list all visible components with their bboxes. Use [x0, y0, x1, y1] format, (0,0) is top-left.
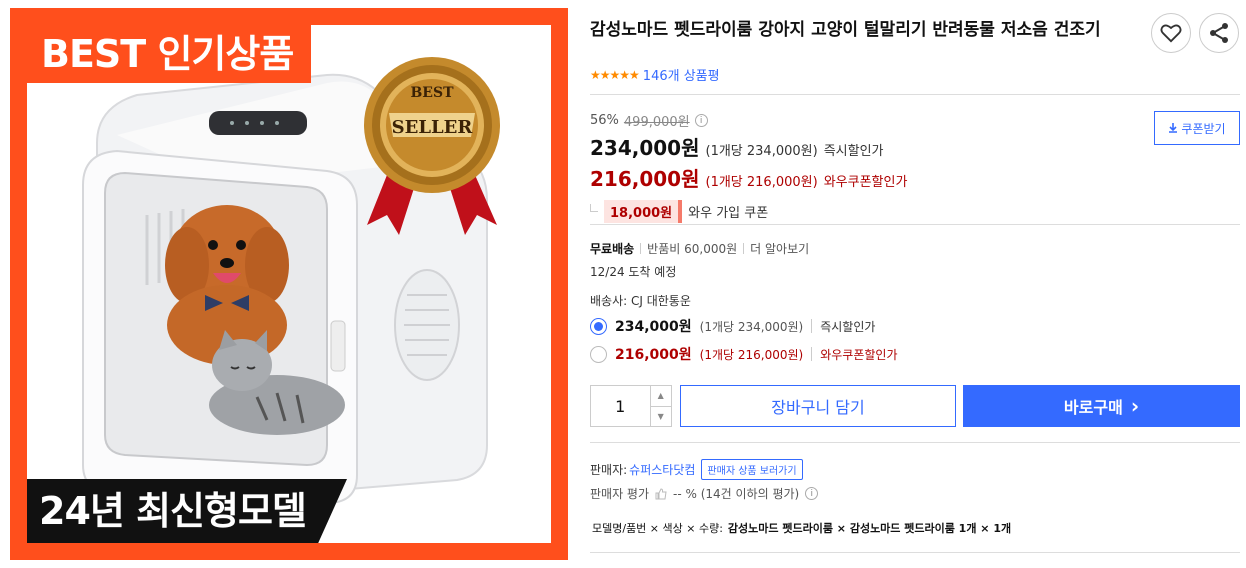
option-label: 와우쿠폰할인가: [820, 347, 898, 362]
star-rating-icon: ★★★★★: [590, 67, 640, 82]
wow-unit-price: (1개당 216,000원): [705, 175, 818, 190]
get-coupon-button[interactable]: 쿠폰받기: [1154, 111, 1240, 145]
divider: [590, 442, 1240, 443]
shipping-info: 무료배송 반품비 60,000원 더 알아보기 12/24 도착 예정 배송사:…: [590, 240, 809, 309]
carrier: 배송사: CJ 대한통운: [590, 294, 691, 308]
product-image-frame: BEST SELLER BEST 인기상품 24년 최신형모델: [10, 8, 568, 560]
share-button[interactable]: [1199, 13, 1239, 53]
corner-line: [590, 203, 598, 212]
seller-rating-value: -- % (14건 이하의 평가): [673, 487, 800, 501]
divider: [590, 552, 1240, 553]
quantity-up-icon[interactable]: ▲: [650, 386, 671, 407]
wow-price: 216,000원: [590, 167, 700, 191]
buy-now-button[interactable]: 바로구매 ›: [963, 385, 1240, 427]
radio-selected[interactable]: [590, 317, 607, 335]
price-option-instant[interactable]: 234,000원 (1개당 234,000원) 즉시할인가: [590, 312, 898, 340]
option-price: 216,000원: [615, 347, 692, 363]
share-icon: [1210, 23, 1228, 43]
option-summary: 모델명/품번 × 색상 × 수량: 감성노마드 펫드라이룸 × 감성노마드 펫드…: [592, 520, 1011, 536]
svg-text:SELLER: SELLER: [392, 117, 474, 138]
price-option-list: 234,000원 (1개당 234,000원) 즉시할인가 216,000원 (…: [590, 312, 898, 368]
add-to-cart-button[interactable]: 장바구니 담기: [680, 385, 956, 427]
option-label: 즉시할인가: [820, 319, 876, 334]
sale-price: 234,000원: [590, 136, 700, 160]
price-option-wow[interactable]: 216,000원 (1개당 216,000원) 와우쿠폰할인가: [590, 340, 898, 368]
coupon-label: 와우 가입 쿠폰: [688, 206, 769, 221]
option-unit-price: (1개당 216,000원): [699, 347, 804, 362]
free-shipping-label: 무료배송: [590, 242, 635, 256]
seller-label: 판매자:: [590, 462, 628, 477]
option-summary-label: 모델명/품번 × 색상 × 수량:: [592, 522, 723, 535]
separator: [743, 243, 745, 254]
sale-unit-price: (1개당 234,000원): [705, 144, 818, 159]
arrival-date: 12/24 도착 예정: [590, 265, 677, 279]
info-icon[interactable]: i: [694, 114, 708, 127]
coupon-amount-badge: 18,000원: [604, 200, 683, 223]
original-price: 499,000원: [623, 115, 690, 130]
more-info-link[interactable]: 더 알아보기: [750, 240, 809, 257]
divider: [590, 224, 1240, 225]
best-seller-seal: BEST SELLER: [364, 57, 500, 193]
option-price: 234,000원: [615, 319, 692, 335]
option-summary-value: 감성노마드 펫드라이룸 × 감성노마드 펫드라이룸 1개 × 1개: [727, 522, 1012, 535]
discount-rate: 56%: [590, 113, 619, 128]
info-icon[interactable]: i: [805, 487, 819, 500]
get-coupon-label: 쿠폰받기: [1181, 121, 1226, 136]
wow-price-label: 와우쿠폰할인가: [823, 175, 908, 190]
sale-price-label: 즉시할인가: [823, 144, 884, 159]
separator: [811, 319, 813, 333]
control-panel: [209, 111, 307, 135]
divider: [590, 94, 1240, 95]
rating-summary[interactable]: ★★★★★ 146개 상품평: [590, 65, 720, 85]
separator: [640, 243, 642, 254]
buy-now-label: 바로구매: [1063, 398, 1123, 417]
svg-text:BEST: BEST: [410, 85, 454, 101]
heart-icon: [1160, 24, 1182, 43]
download-icon: [1169, 123, 1178, 133]
product-image[interactable]: BEST SELLER BEST 인기상품 24년 최신형모델: [27, 25, 551, 543]
wishlist-button[interactable]: [1151, 13, 1191, 53]
price-block: 56% 499,000원 i 234,000원 (1개당 234,000원) 즉…: [590, 111, 907, 223]
return-fee: 반품비 60,000원: [647, 242, 738, 256]
seller-info: 판매자: 슈퍼스타닷컴 판매자 상품 보러가기 판매자 평가 -- % (14건…: [590, 458, 819, 502]
quantity-value[interactable]: 1: [591, 386, 650, 426]
thumbs-up-icon: [655, 487, 667, 499]
seller-rating-label: 판매자 평가: [590, 487, 650, 501]
product-title: 감성노마드 펫드라이룸 강아지 고양이 털말리기 반려동물 저소음 건조기: [590, 20, 1101, 40]
chevron-right-icon: ›: [1130, 394, 1140, 418]
model-banner: 24년 최신형모델: [27, 479, 347, 543]
quantity-down-icon[interactable]: ▼: [651, 407, 671, 427]
pet-dryer-illustration: BEST SELLER: [82, 57, 500, 507]
review-count-link[interactable]: 146개 상품평: [643, 65, 720, 84]
radio-unselected[interactable]: [590, 345, 607, 363]
best-banner: BEST 인기상품: [27, 25, 312, 83]
seller-products-button[interactable]: 판매자 상품 보러가기: [701, 458, 803, 480]
quantity-stepper[interactable]: 1 ▲ ▼: [590, 385, 672, 427]
option-unit-price: (1개당 234,000원): [699, 319, 804, 334]
separator: [811, 347, 813, 361]
seller-name-link[interactable]: 슈퍼스타닷컴: [629, 461, 695, 478]
